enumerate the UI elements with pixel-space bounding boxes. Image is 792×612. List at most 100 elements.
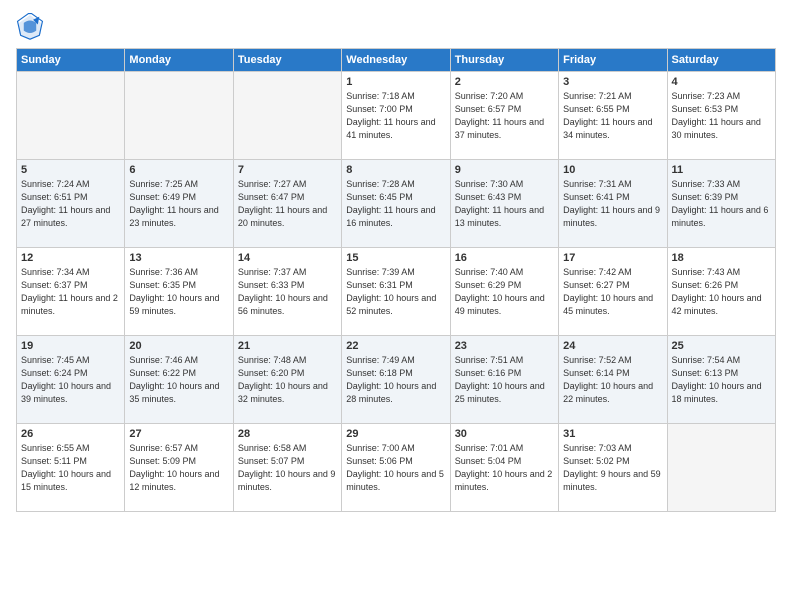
day-number: 25 [672,340,771,352]
day-info: Sunrise: 7:18 AMSunset: 7:00 PMDaylight:… [346,90,445,142]
calendar-cell: 18Sunrise: 7:43 AMSunset: 6:26 PMDayligh… [667,248,775,336]
calendar-cell: 22 Sunrise: 7:49 AMSunset: 6:18 PMDayligh… [342,336,450,424]
day-number: 13 [129,252,228,264]
calendar-cell: 31 Sunrise: 7:03 AMSunset: 5:02 PMDayligh… [559,424,667,512]
calendar-cell: 6Sunrise: 7:25 AMSunset: 6:49 PMDaylight… [125,160,233,248]
day-number: 27 [129,428,228,440]
day-number: 22 [346,340,445,352]
day-info: Sunrise: 7:27 AMSunset: 6:47 PMDaylight:… [238,178,337,230]
day-number: 16 [455,252,554,264]
day-number: 30 [455,428,554,440]
day-info: Sunrise: 7:42 AMSunset: 6:27 PMDaylight:… [563,266,662,318]
day-info: Sunrise: 7:01 AMSunset: 5:04 PMDaylight:… [455,442,554,494]
calendar-week-row: 19 Sunrise: 7:45 AMSunset: 6:24 PMDayligh… [17,336,776,424]
day-number: 20 [129,340,228,352]
calendar-week-row: 26 Sunrise: 6:55 AMSunset: 5:11 PMDayligh… [17,424,776,512]
calendar-cell: 10 Sunrise: 7:31 AMSunset: 6:41 PMDayligh… [559,160,667,248]
calendar-header-row: SundayMondayTuesdayWednesdayThursdayFrid… [17,49,776,72]
day-number: 8 [346,164,445,176]
day-number: 29 [346,428,445,440]
day-number: 31 [563,428,662,440]
day-info: Sunrise: 7:49 AMSunset: 6:18 PMDaylight:… [346,354,445,406]
day-header-saturday: Saturday [667,49,775,72]
day-number: 6 [129,164,228,176]
day-number: 23 [455,340,554,352]
day-number: 2 [455,76,554,88]
day-info: Sunrise: 7:37 AMSunset: 6:33 PMDaylight:… [238,266,337,318]
day-number: 11 [672,164,771,176]
calendar-week-row: 1 Sunrise: 7:18 AMSunset: 7:00 PMDaylight… [17,72,776,160]
calendar-cell: 13 Sunrise: 7:36 AMSunset: 6:35 PMDayligh… [125,248,233,336]
calendar-cell [233,72,341,160]
day-info: Sunrise: 7:23 AMSunset: 6:53 PMDaylight:… [672,90,771,142]
day-number: 15 [346,252,445,264]
day-info: Sunrise: 7:21 AMSunset: 6:55 PMDaylight:… [563,90,662,142]
day-info: Sunrise: 7:45 AMSunset: 6:24 PMDaylight:… [21,354,120,406]
day-info: Sunrise: 6:55 AMSunset: 5:11 PMDaylight:… [21,442,120,494]
calendar-table: SundayMondayTuesdayWednesdayThursdayFrid… [16,48,776,512]
day-info: Sunrise: 7:31 AMSunset: 6:41 PMDaylight:… [563,178,662,230]
calendar-cell: 1 Sunrise: 7:18 AMSunset: 7:00 PMDaylight… [342,72,450,160]
day-info: Sunrise: 7:03 AMSunset: 5:02 PMDaylight:… [563,442,662,494]
logo-icon [16,12,44,40]
day-info: Sunrise: 7:36 AMSunset: 6:35 PMDaylight:… [129,266,228,318]
day-number: 7 [238,164,337,176]
day-info: Sunrise: 6:57 AMSunset: 5:09 PMDaylight:… [129,442,228,494]
calendar-cell: 11 Sunrise: 7:33 AMSunset: 6:39 PMDayligh… [667,160,775,248]
calendar-week-row: 12Sunrise: 7:34 AMSunset: 6:37 PMDayligh… [17,248,776,336]
day-info: Sunrise: 7:00 AMSunset: 5:06 PMDaylight:… [346,442,445,494]
calendar-cell: 9 Sunrise: 7:30 AMSunset: 6:43 PMDaylight… [450,160,558,248]
day-info: Sunrise: 7:48 AMSunset: 6:20 PMDaylight:… [238,354,337,406]
day-number: 3 [563,76,662,88]
calendar-cell: 2 Sunrise: 7:20 AMSunset: 6:57 PMDaylight… [450,72,558,160]
day-number: 4 [672,76,771,88]
day-info: Sunrise: 7:24 AMSunset: 6:51 PMDaylight:… [21,178,120,230]
day-number: 24 [563,340,662,352]
day-number: 28 [238,428,337,440]
day-number: 17 [563,252,662,264]
day-header-thursday: Thursday [450,49,558,72]
day-number: 1 [346,76,445,88]
day-info: Sunrise: 7:51 AMSunset: 6:16 PMDaylight:… [455,354,554,406]
calendar-cell: 30 Sunrise: 7:01 AMSunset: 5:04 PMDayligh… [450,424,558,512]
calendar-week-row: 5Sunrise: 7:24 AMSunset: 6:51 PMDaylight… [17,160,776,248]
calendar-cell: 29 Sunrise: 7:00 AMSunset: 5:06 PMDayligh… [342,424,450,512]
calendar-cell: 5Sunrise: 7:24 AMSunset: 6:51 PMDaylight… [17,160,125,248]
day-number: 12 [21,252,120,264]
day-info: Sunrise: 6:58 AMSunset: 5:07 PMDaylight:… [238,442,337,494]
calendar-cell: 23 Sunrise: 7:51 AMSunset: 6:16 PMDayligh… [450,336,558,424]
day-info: Sunrise: 7:33 AMSunset: 6:39 PMDaylight:… [672,178,771,230]
page: SundayMondayTuesdayWednesdayThursdayFrid… [0,0,792,612]
calendar-cell: 19 Sunrise: 7:45 AMSunset: 6:24 PMDayligh… [17,336,125,424]
calendar-cell: 14Sunrise: 7:37 AMSunset: 6:33 PMDayligh… [233,248,341,336]
day-number: 10 [563,164,662,176]
day-header-wednesday: Wednesday [342,49,450,72]
day-info: Sunrise: 7:20 AMSunset: 6:57 PMDaylight:… [455,90,554,142]
logo [16,12,48,40]
calendar-cell: 24Sunrise: 7:52 AMSunset: 6:14 PMDayligh… [559,336,667,424]
day-info: Sunrise: 7:30 AMSunset: 6:43 PMDaylight:… [455,178,554,230]
calendar-cell: 4 Sunrise: 7:23 AMSunset: 6:53 PMDaylight… [667,72,775,160]
calendar-cell: 16 Sunrise: 7:40 AMSunset: 6:29 PMDayligh… [450,248,558,336]
day-number: 21 [238,340,337,352]
day-info: Sunrise: 7:40 AMSunset: 6:29 PMDaylight:… [455,266,554,318]
day-info: Sunrise: 7:54 AMSunset: 6:13 PMDaylight:… [672,354,771,406]
calendar-cell: 8 Sunrise: 7:28 AMSunset: 6:45 PMDaylight… [342,160,450,248]
day-header-sunday: Sunday [17,49,125,72]
calendar-cell: 12Sunrise: 7:34 AMSunset: 6:37 PMDayligh… [17,248,125,336]
calendar-cell: 7 Sunrise: 7:27 AMSunset: 6:47 PMDaylight… [233,160,341,248]
calendar-cell [667,424,775,512]
day-number: 9 [455,164,554,176]
calendar-cell [17,72,125,160]
calendar-cell: 21 Sunrise: 7:48 AMSunset: 6:20 PMDayligh… [233,336,341,424]
day-number: 19 [21,340,120,352]
day-info: Sunrise: 7:43 AMSunset: 6:26 PMDaylight:… [672,266,771,318]
calendar-cell: 27 Sunrise: 6:57 AMSunset: 5:09 PMDayligh… [125,424,233,512]
day-info: Sunrise: 7:28 AMSunset: 6:45 PMDaylight:… [346,178,445,230]
day-number: 26 [21,428,120,440]
calendar-cell: 17 Sunrise: 7:42 AMSunset: 6:27 PMDayligh… [559,248,667,336]
calendar-cell: 3 Sunrise: 7:21 AMSunset: 6:55 PMDaylight… [559,72,667,160]
calendar-cell: 15Sunrise: 7:39 AMSunset: 6:31 PMDayligh… [342,248,450,336]
calendar-cell: 25 Sunrise: 7:54 AMSunset: 6:13 PMDayligh… [667,336,775,424]
day-header-monday: Monday [125,49,233,72]
